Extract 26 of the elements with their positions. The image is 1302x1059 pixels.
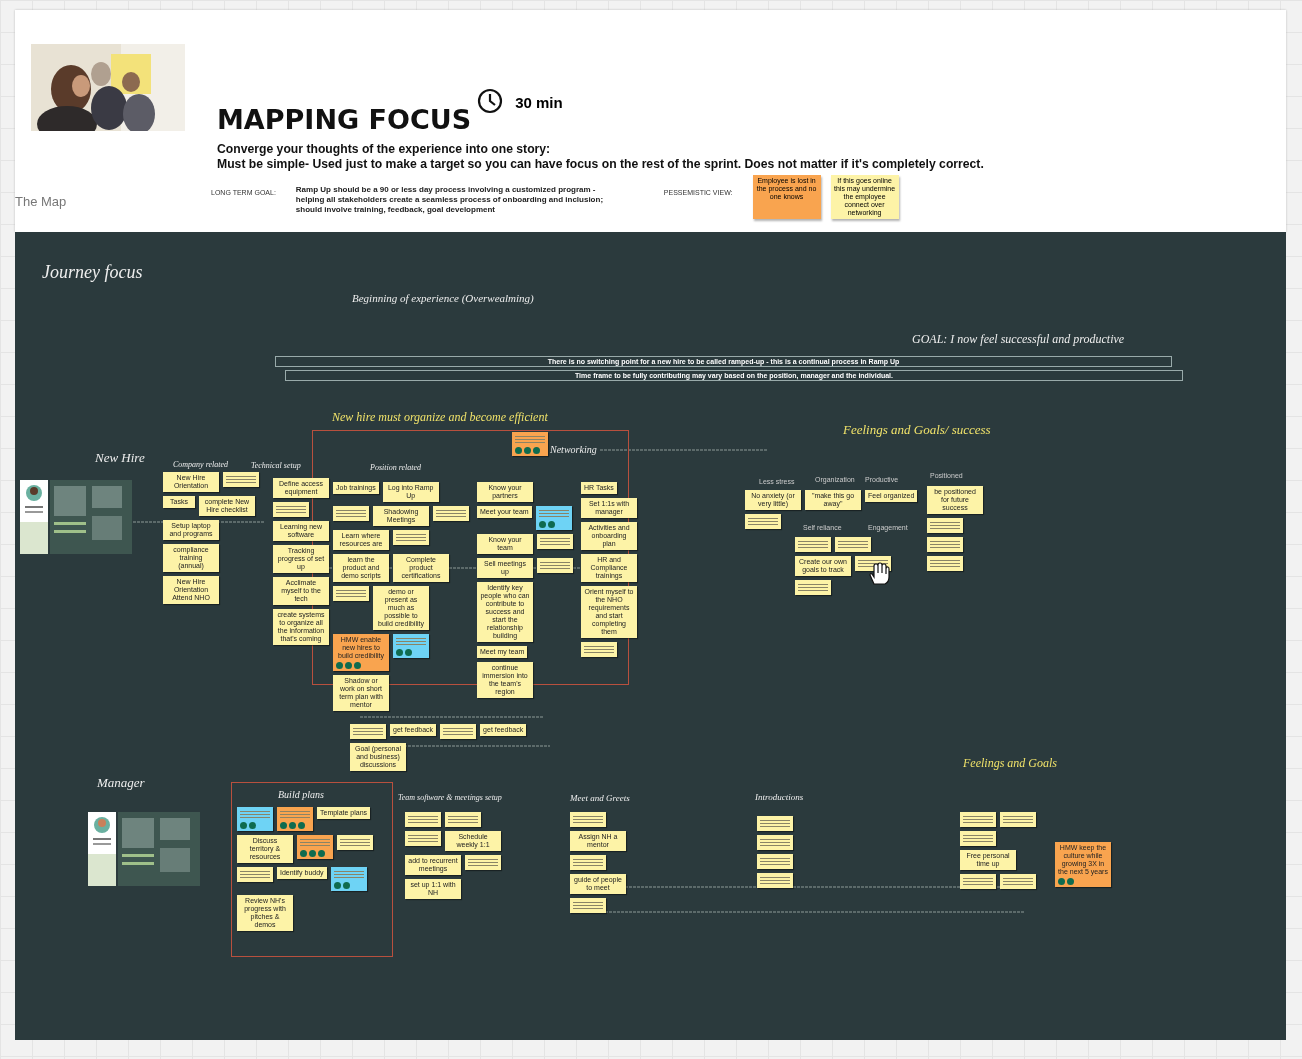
clock-icon [477, 88, 504, 114]
section-heading: Manager [97, 775, 145, 791]
board-title: MAPPING FOCUS [217, 104, 472, 135]
section-heading: Feelings and Goals [963, 756, 1057, 771]
section-heading: Team software & meetings setup [398, 793, 502, 802]
section-heading: Build plans [278, 789, 324, 800]
sticky-note[interactable] [330, 867, 367, 891]
instruction-text: Converge your thoughts of the experience into one story: [217, 142, 552, 157]
section-heading: Technical setup [251, 461, 301, 470]
section-heading: GOAL: I now feel successful and productive [912, 332, 1125, 347]
section-heading: Meet and Greets [570, 793, 630, 803]
section-heading: Journey focus [42, 262, 143, 283]
instruction-text: Must be simple- Used just to make a target so you can have focus on the rest of the sprint. Does not matter if it's completely correct. [217, 157, 984, 172]
frame-label: The Map [15, 194, 67, 209]
timer-label: 30 min [515, 94, 563, 111]
section-heading: New hire must organize and become efficient [332, 410, 548, 425]
section-heading: New Hire [95, 450, 145, 466]
sticky-note[interactable] [440, 724, 477, 739]
section-heading: Position related [370, 463, 422, 472]
sticky-note[interactable] [535, 506, 572, 530]
section-heading: Company related [173, 460, 229, 469]
section-heading: Beginning of experience (Overwealming) [352, 292, 534, 304]
section-heading: Networking [550, 444, 597, 455]
section-heading: Feelings and Goals/ success [843, 422, 991, 438]
goal-text: Ramp Up should be a 90 or less day process involving a customized program - helping all stakeholders create a seamless process of onboarding and inclusion; should involve training, feedback, goal development [295, 185, 605, 215]
section-heading: Introductions [755, 792, 804, 802]
